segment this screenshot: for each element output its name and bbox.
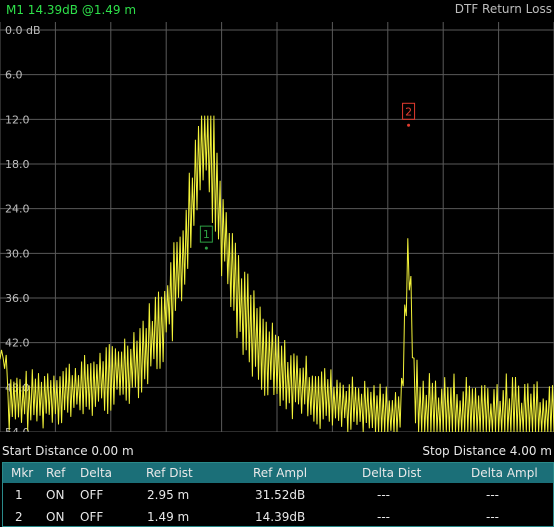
row2-delta: OFF	[80, 510, 104, 524]
row2-ref: ON	[46, 510, 65, 524]
y-tick-label: 0.0 dB	[5, 24, 41, 37]
row2-mkr: 2	[15, 510, 23, 524]
header-delta-ampl: Delta Ampl	[471, 466, 538, 480]
row1-delta: OFF	[80, 488, 104, 502]
row1-ref-ampl: 31.52dB	[255, 488, 306, 502]
header-mkr: Mkr	[11, 466, 34, 480]
distance-row: Start Distance 0.00 m Stop Distance 4.00…	[0, 440, 554, 462]
y-tick-label: 30.0	[5, 247, 30, 260]
y-tick-label: 24.0	[5, 203, 30, 216]
row1-delta-ampl: ---	[486, 488, 499, 502]
stop-distance[interactable]: Stop Distance 4.00 m	[422, 444, 552, 458]
marker-table-header: Mkr Ref Delta Ref Dist Ref Ampl Delta Di…	[3, 463, 553, 483]
row1-mkr: 1	[15, 488, 23, 502]
row2-delta-ampl: ---	[486, 510, 499, 524]
dtf-plot[interactable]: 0.0 dB6.012.018.024.030.036.042.048.054.…	[0, 22, 554, 432]
y-tick-label: 12.0	[5, 113, 30, 126]
y-tick-label: 18.0	[5, 158, 30, 171]
row1-ref: ON	[46, 488, 65, 502]
plot-svg: 0.0 dB6.012.018.024.030.036.042.048.054.…	[0, 22, 554, 432]
row2-delta-dist: ---	[377, 510, 390, 524]
row1-ref-dist: 2.95 m	[147, 488, 190, 502]
row2-ref-dist: 1.49 m	[147, 510, 190, 524]
header-ref: Ref	[46, 466, 66, 480]
marker-point	[407, 123, 411, 127]
measurement-mode-title: DTF Return Loss	[454, 2, 552, 16]
status-bar: M1 14.39dB @1.49 m DTF Return Loss	[0, 0, 554, 22]
marker-table: Mkr Ref Delta Ref Dist Ref Ampl Delta Di…	[2, 462, 554, 527]
y-tick-label: 6.0	[5, 69, 23, 82]
marker-label: 1	[203, 228, 210, 241]
header-delta-dist: Delta Dist	[362, 466, 422, 480]
row2-ref-ampl: 14.39dB	[255, 510, 306, 524]
start-distance[interactable]: Start Distance 0.00 m	[2, 444, 134, 458]
marker-point	[204, 246, 208, 250]
header-delta: Delta	[80, 466, 113, 480]
header-ref-dist: Ref Dist	[146, 466, 193, 480]
marker-label: 2	[405, 105, 412, 118]
y-tick-label: 36.0	[5, 292, 30, 305]
active-marker-readout: M1 14.39dB @1.49 m	[6, 3, 137, 17]
y-tick-label: 42.0	[5, 337, 30, 350]
header-ref-ampl: Ref Ampl	[253, 466, 308, 480]
row1-delta-dist: ---	[377, 488, 390, 502]
